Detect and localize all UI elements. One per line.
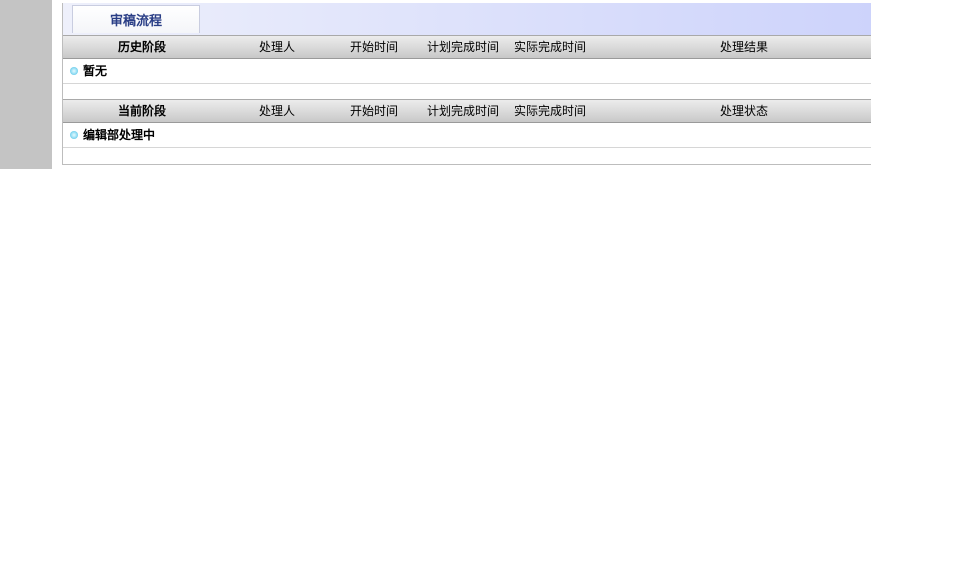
- tab-review-process[interactable]: 审稿流程: [72, 5, 200, 33]
- history-stage-value: 暂无: [83, 64, 108, 78]
- history-actual-time-header: 实际完成时间: [514, 40, 587, 54]
- tab-bar: 审稿流程: [63, 3, 871, 35]
- current-actual-time-header: 实际完成时间: [514, 104, 587, 118]
- circle-bullet-icon: [70, 67, 78, 75]
- history-row: 暂无: [63, 59, 871, 84]
- left-sidebar-strip: [0, 0, 52, 169]
- current-start-time-header: 开始时间: [350, 104, 399, 118]
- tab-label: 审稿流程: [109, 14, 162, 29]
- history-stage-header: 历史阶段: [118, 40, 167, 54]
- history-start-time-header: 开始时间: [350, 40, 399, 54]
- current-handler-header: 处理人: [259, 104, 296, 118]
- current-status-header: 处理状态: [720, 104, 769, 118]
- current-planned-time-header: 计划完成时间: [427, 104, 500, 118]
- circle-bullet-icon: [70, 131, 78, 139]
- current-table-header: 当前阶段 处理人 开始时间 计划完成时间 实际完成时间 处理状态: [63, 99, 871, 123]
- history-handler-header: 处理人: [259, 40, 296, 54]
- current-stage-header: 当前阶段: [118, 104, 167, 118]
- history-result-header: 处理结果: [720, 40, 769, 54]
- current-stage-value: 编辑部处理中: [83, 128, 156, 142]
- review-process-panel: 审稿流程 历史阶段 处理人 开始时间 计划完成时间 实际完成时间 处理结果 暂无…: [62, 3, 871, 165]
- current-row: 编辑部处理中: [63, 123, 871, 148]
- history-table-header: 历史阶段 处理人 开始时间 计划完成时间 实际完成时间 处理结果: [63, 35, 871, 59]
- history-planned-time-header: 计划完成时间: [427, 40, 500, 54]
